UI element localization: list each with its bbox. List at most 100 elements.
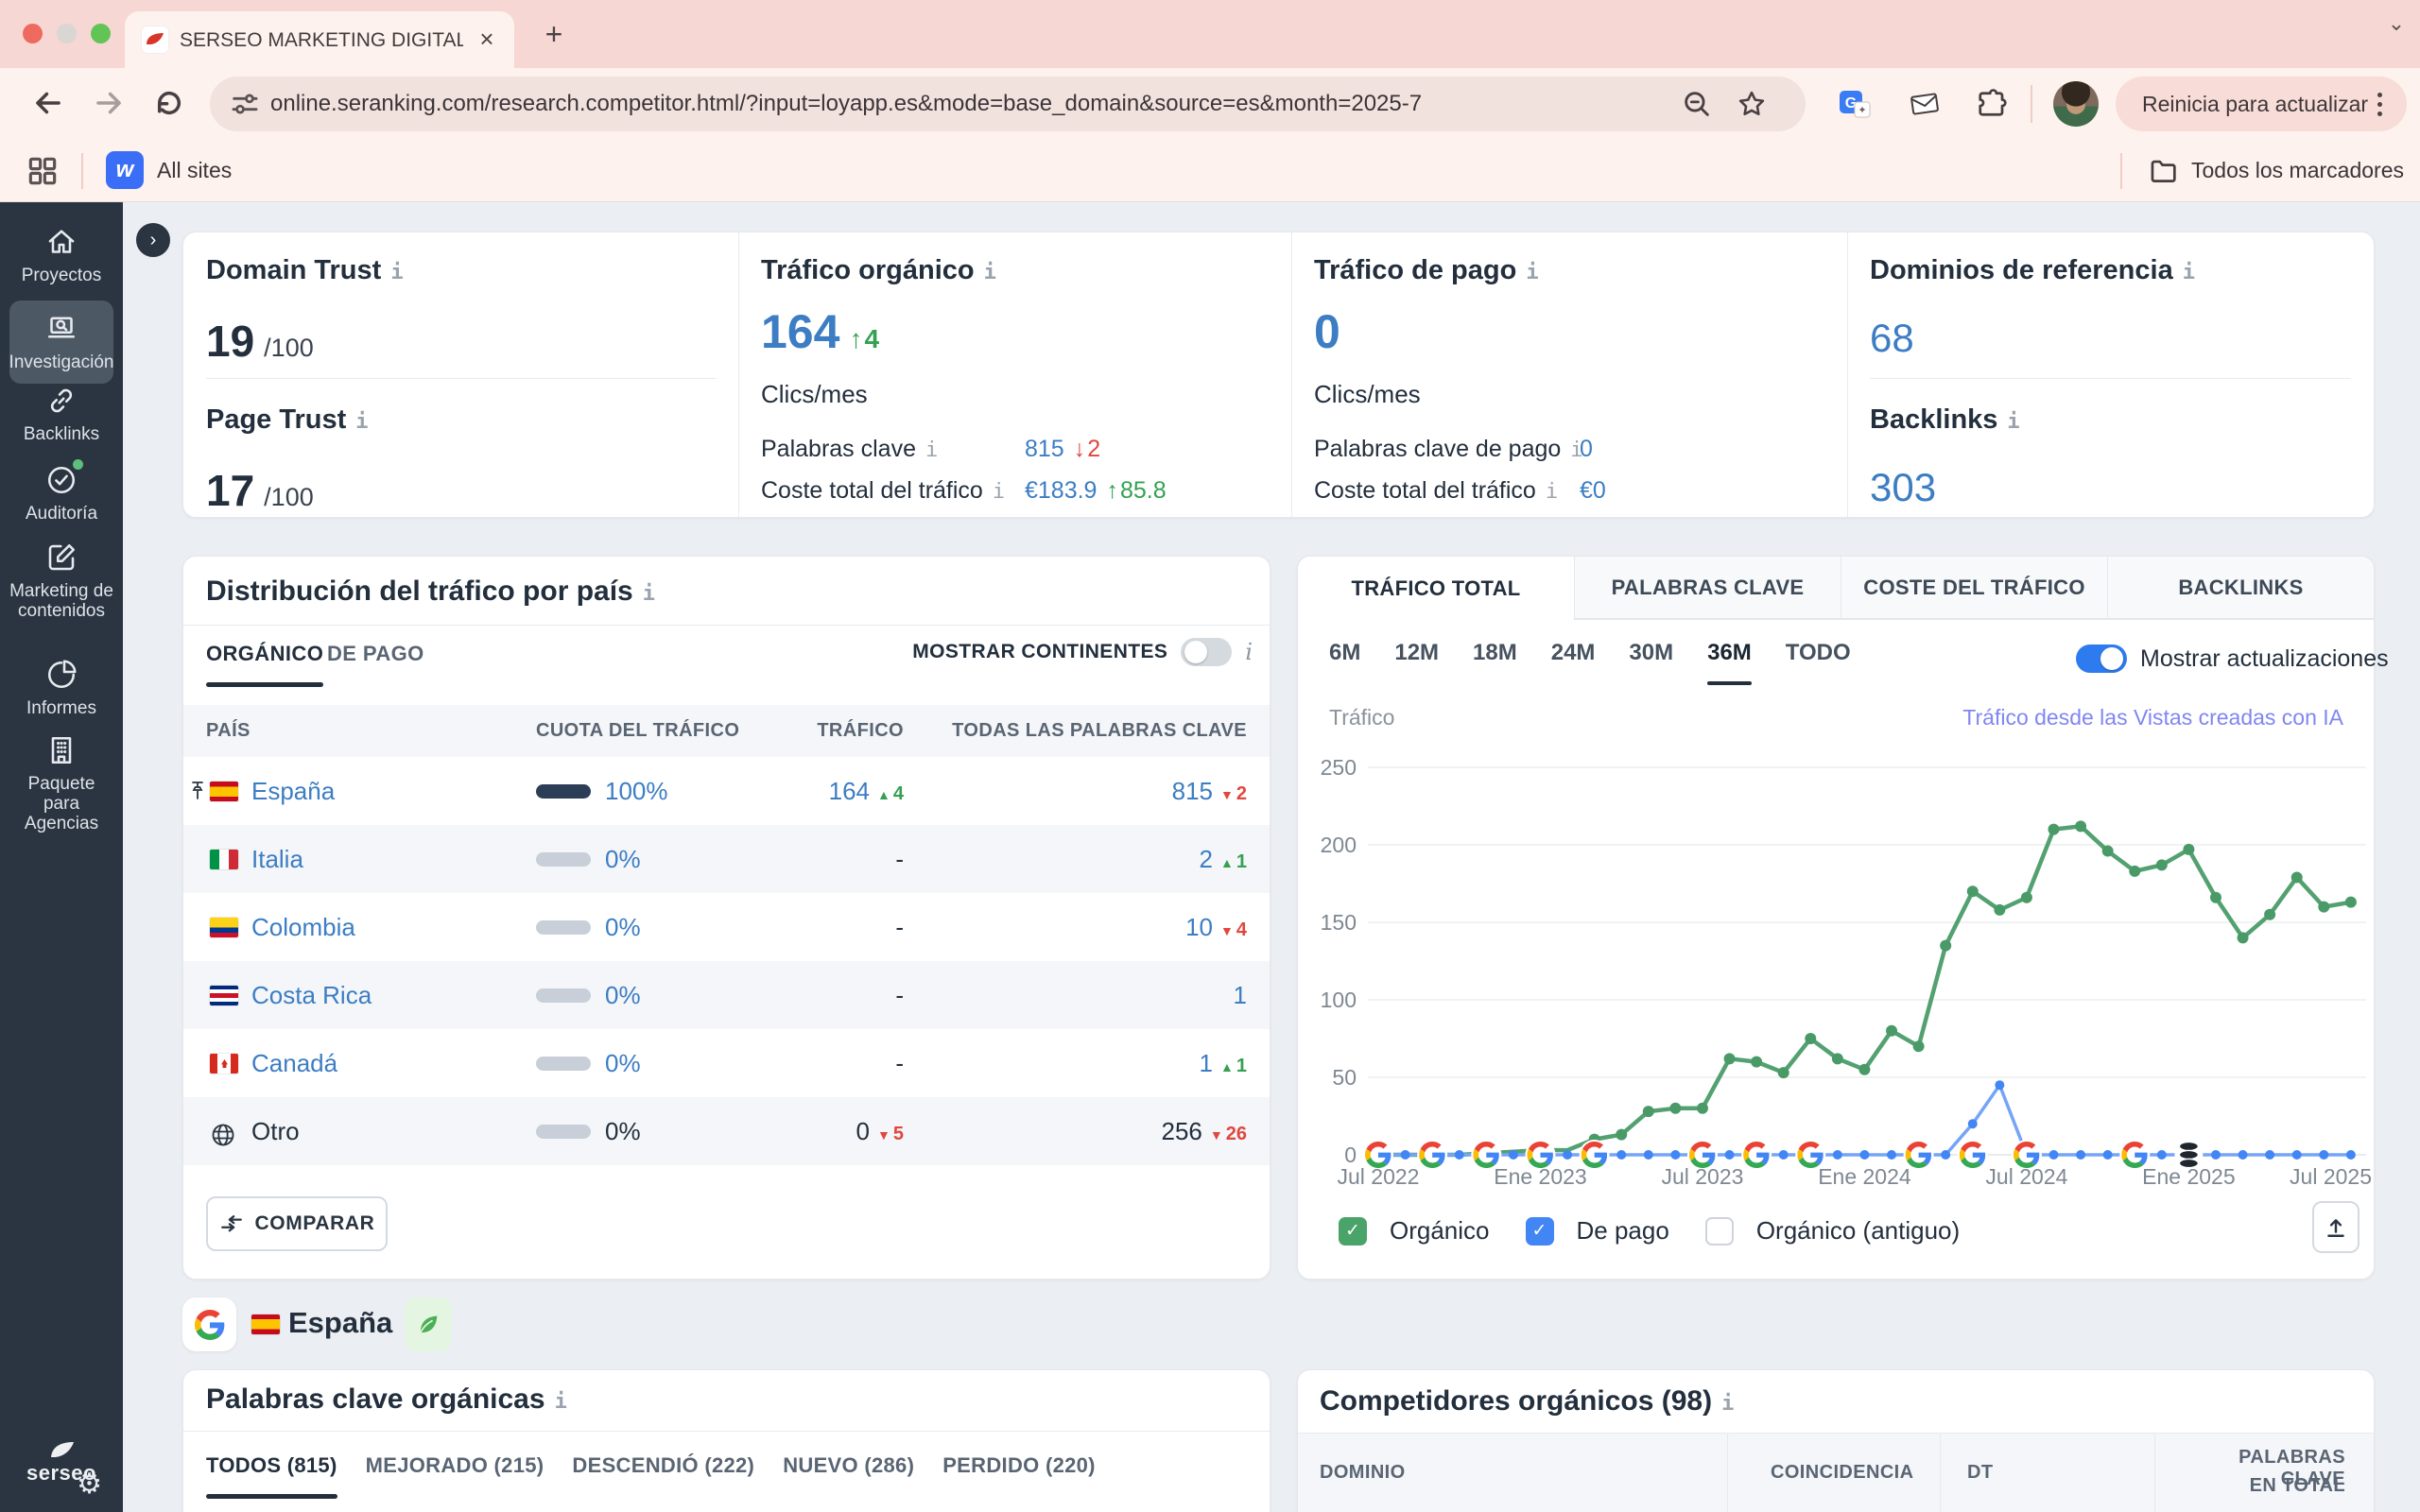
minimize-window-button[interactable] xyxy=(57,24,77,43)
col-dominio[interactable]: DOMINIO xyxy=(1320,1462,1406,1484)
country-link[interactable]: Canadá xyxy=(251,1049,337,1078)
browser-menu-icon[interactable] xyxy=(2365,89,2394,119)
tab-coste-trafico[interactable]: COSTE DEL TRÁFICO xyxy=(1841,557,2107,620)
country-link[interactable]: España xyxy=(251,777,335,806)
tab-nuevo[interactable]: NUEVO (286) xyxy=(783,1453,914,1478)
col-pais[interactable]: PAÍS xyxy=(206,720,251,742)
bookmark-all-sites[interactable]: All sites xyxy=(157,158,232,183)
sidebar-item-marketing-contenidos[interactable]: Marketing de contenidos xyxy=(0,541,123,621)
range-6m[interactable]: 6M xyxy=(1329,640,1360,666)
range-30m[interactable]: 30M xyxy=(1629,640,1673,666)
browser-tab[interactable]: SERSEO MARKETING DIGITAL × xyxy=(125,11,514,68)
sidebar-item-backlinks[interactable]: Backlinks xyxy=(0,384,123,444)
traffic-chart[interactable]: 050100150200250Jul 2022 Ene 2023 Jul 2023 E… xyxy=(1311,747,2374,1192)
paid-cost-label: Coste total del tráfico xyxy=(1314,477,1558,505)
bookmark-all-bookmarks[interactable]: Todos los marcadores xyxy=(2191,158,2404,183)
site-settings-icon[interactable] xyxy=(229,88,261,120)
tab-search-chevron-icon[interactable]: ⌄ xyxy=(2380,8,2412,40)
sidebar-item-informes[interactable]: Informes xyxy=(0,658,123,718)
ai-views-link[interactable]: Tráfico desde las Vistas creadas con IA xyxy=(1962,705,2343,730)
sidebar-item-investigacion[interactable]: Investigación xyxy=(9,301,113,384)
close-tab-icon[interactable]: × xyxy=(471,23,503,55)
show-continents-toggle[interactable] xyxy=(1181,638,1233,666)
svg-text:150: 150 xyxy=(1321,910,1357,935)
col-dt[interactable]: DT xyxy=(1967,1462,1993,1484)
country-table-body: España100%16448152Italia0%-21Colombia0%-… xyxy=(183,757,1270,1165)
info-icon[interactable] xyxy=(925,436,938,463)
restart-to-update-button[interactable]: Reinicia para actualizar xyxy=(2116,77,2407,131)
col-palabras[interactable]: TODAS LAS PALABRAS CLAVE xyxy=(930,720,1247,742)
keywords-cell: 21 xyxy=(930,845,1247,874)
address-bar[interactable]: online.seranking.com/research.competitor… xyxy=(210,77,1806,131)
range-36m[interactable]: 36M xyxy=(1707,640,1752,685)
paid-keywords-label: Palabras clave de pago xyxy=(1314,436,1583,463)
range-12m[interactable]: 12M xyxy=(1394,640,1439,666)
forward-button[interactable] xyxy=(91,85,127,121)
table-row[interactable]: España 100% 1644 8152 xyxy=(183,757,1270,825)
sidebar-item-proyectos[interactable]: Proyectos xyxy=(0,225,123,285)
tab-perdido[interactable]: PERDIDO (220) xyxy=(942,1453,1096,1478)
bookmark-star-icon[interactable] xyxy=(1736,88,1768,120)
info-icon[interactable] xyxy=(1526,255,1538,286)
tab-descendio[interactable]: DESCENDIÓ (222) xyxy=(572,1453,754,1478)
country-link[interactable]: Costa Rica xyxy=(251,981,372,1010)
range-todo[interactable]: TODO xyxy=(1786,640,1851,666)
info-icon[interactable] xyxy=(2183,255,2195,286)
info-icon[interactable] xyxy=(555,1383,567,1416)
sidebar-expand-button[interactable]: › xyxy=(133,220,173,260)
info-icon[interactable] xyxy=(984,255,996,286)
tab-backlinks[interactable]: BACKLINKS xyxy=(2107,557,2374,620)
reload-button[interactable] xyxy=(151,85,187,121)
tab-palabras-clave[interactable]: PALABRAS CLAVE xyxy=(1574,557,1841,620)
back-button[interactable] xyxy=(30,85,66,121)
info-icon[interactable] xyxy=(355,404,368,436)
legend-checkbox-organico-antiguo[interactable] xyxy=(1704,1216,1734,1246)
tab-todos[interactable]: TODOS (815) xyxy=(206,1453,337,1499)
table-row[interactable]: Canadá 0% -11 xyxy=(183,1029,1270,1097)
extensions-puzzle-icon[interactable] xyxy=(1974,87,2008,121)
country-link[interactable]: Colombia xyxy=(251,913,355,942)
country-link[interactable]: Italia xyxy=(251,845,303,874)
show-updates-toggle[interactable] xyxy=(2076,644,2127,673)
ref-domains-label: Dominios de referencia xyxy=(1870,255,2195,286)
compare-button[interactable]: COMPARAR xyxy=(206,1196,388,1251)
url-text[interactable]: online.seranking.com/research.competitor… xyxy=(270,91,1422,117)
fresh-index-badge[interactable] xyxy=(405,1297,452,1351)
info-icon[interactable] xyxy=(643,576,655,608)
col-palabras-total-2[interactable]: EN TOTAL xyxy=(2177,1475,2345,1497)
maximize-window-button[interactable] xyxy=(91,24,111,43)
sidebar-item-auditoria[interactable]: Auditoría xyxy=(0,459,123,524)
range-18m[interactable]: 18M xyxy=(1473,640,1517,666)
range-24m[interactable]: 24M xyxy=(1551,640,1596,666)
zoom-out-icon[interactable] xyxy=(1681,88,1713,120)
tab-organico[interactable]: ORGÁNICO xyxy=(206,642,324,687)
sidebar-item-paquete-agencias[interactable]: Paquete para Agencias xyxy=(0,733,123,833)
info-icon[interactable] xyxy=(1721,1385,1734,1418)
table-row[interactable]: Colombia 0% -104 xyxy=(183,893,1270,961)
table-row[interactable]: Otro 0% 05 25626 xyxy=(183,1097,1270,1165)
export-button[interactable] xyxy=(2312,1201,2360,1253)
info-icon[interactable] xyxy=(1245,639,1253,665)
mail-extension-icon[interactable] xyxy=(1908,87,1942,121)
table-row[interactable]: Italia 0% -21 xyxy=(183,825,1270,893)
legend-checkbox-de-pago[interactable]: ✓ xyxy=(1525,1216,1554,1246)
audit-check-icon xyxy=(44,459,83,497)
col-coincidencia[interactable]: COINCIDENCIA xyxy=(1771,1462,1913,1484)
info-icon[interactable] xyxy=(1546,477,1558,505)
info-icon[interactable] xyxy=(993,477,1005,505)
apps-grid-icon[interactable] xyxy=(25,153,60,189)
settings-gear-icon[interactable]: ⚙ xyxy=(77,1468,102,1501)
tab-trafico-total[interactable]: TRÁFICO TOTAL xyxy=(1298,557,1574,620)
info-icon[interactable] xyxy=(2007,404,2019,436)
table-row[interactable]: Costa Rica 0% - 1 xyxy=(183,961,1270,1029)
tab-de-pago[interactable]: DE PAGO xyxy=(327,642,424,666)
col-trafico[interactable]: TRÁFICO xyxy=(741,720,904,742)
legend-checkbox-organico[interactable]: ✓ xyxy=(1339,1216,1367,1246)
new-tab-button[interactable]: + xyxy=(535,15,573,53)
tab-mejorado[interactable]: MEJORADO (215) xyxy=(366,1453,544,1478)
close-window-button[interactable] xyxy=(23,24,43,43)
translate-extension-icon[interactable]: G ✦ xyxy=(1838,87,1872,121)
col-cuota[interactable]: CUOTA DEL TRÁFICO xyxy=(536,720,739,742)
profile-avatar[interactable] xyxy=(2053,81,2099,127)
info-icon[interactable] xyxy=(390,255,403,286)
